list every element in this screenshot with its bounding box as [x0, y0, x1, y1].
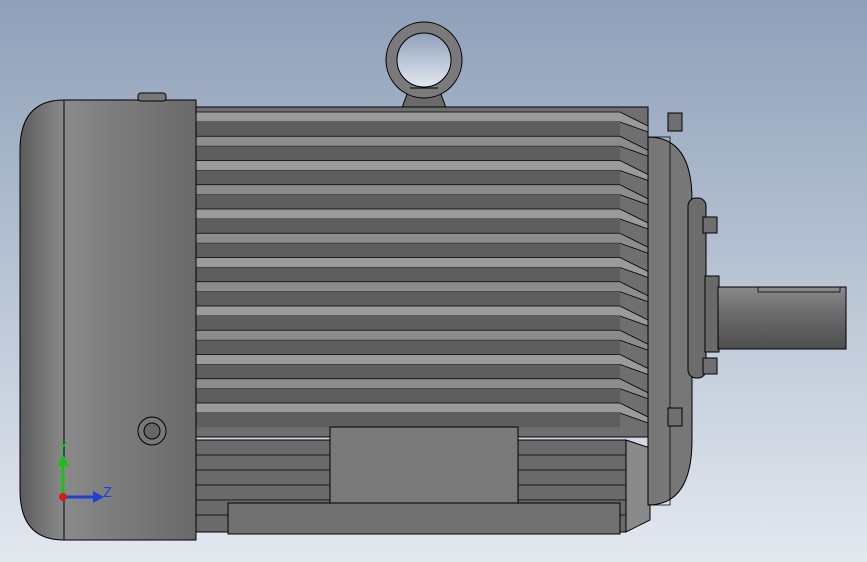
y-axis-label: Y [58, 441, 67, 456]
fin-gap [196, 364, 620, 379]
fin-gap [196, 146, 620, 161]
finned-frame[interactable] [195, 106, 649, 438]
fin-gap [196, 340, 620, 355]
fin-gap [196, 291, 620, 306]
fin-gap [196, 219, 620, 234]
x-axis-dot [59, 493, 67, 501]
z-axis-label: Z [103, 486, 112, 501]
fin-gap [196, 122, 620, 137]
shaft[interactable] [717, 286, 847, 350]
motor-model-drawing[interactable]: Y Z [0, 0, 867, 562]
mounting-foot[interactable] [329, 426, 519, 504]
fin-gap [196, 388, 620, 403]
cooling-fins [195, 111, 649, 428]
fin-gap [196, 194, 620, 209]
base-plate[interactable] [227, 502, 621, 535]
end-cover[interactable] [19, 92, 197, 541]
fin-gap [196, 243, 620, 258]
fin-gap [196, 413, 620, 428]
fin-gap [196, 316, 620, 331]
fin-gap [196, 170, 620, 185]
cad-viewport[interactable]: Y Z [0, 0, 867, 562]
fin-gap [196, 267, 620, 282]
terminal-boss[interactable] [137, 416, 167, 446]
